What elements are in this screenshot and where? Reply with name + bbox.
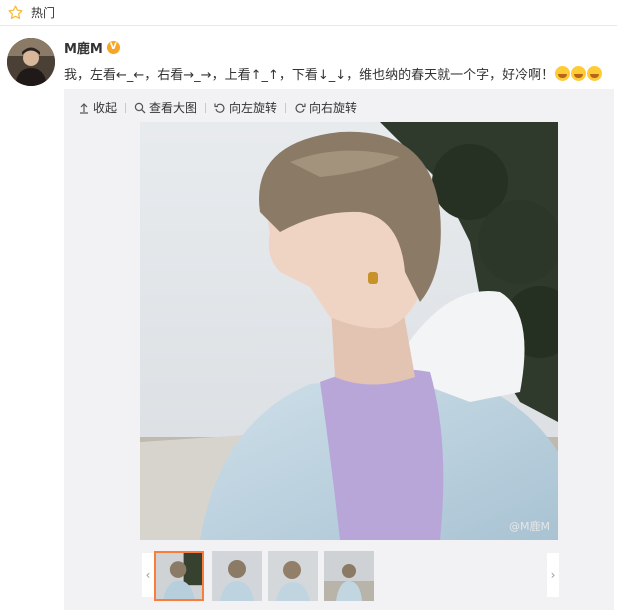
thumbnail-prev-button[interactable]: ‹ <box>142 553 154 597</box>
chevron-left-icon: ‹ <box>145 568 151 582</box>
chevron-right-icon: › <box>550 568 556 582</box>
collapse-button[interactable]: 收起 <box>78 99 117 116</box>
collapse-label: 收起 <box>93 101 118 115</box>
thumbnail-2[interactable] <box>212 551 262 601</box>
view-large-button[interactable]: 查看大图 <box>134 99 197 116</box>
rotate-right-icon <box>294 102 306 114</box>
thumbnail-3[interactable] <box>268 551 318 601</box>
post-text-content: 我，左看←_←，右看→_→，上看↑_↑，下看↓_↓，维也纳的春天就一个字，好冷啊… <box>64 68 555 83</box>
hot-header: 热门 <box>0 0 617 26</box>
arrow-up-icon <box>78 102 90 114</box>
rotate-right-label: 向右旋转 <box>309 101 358 115</box>
verified-icon: V <box>106 40 120 54</box>
media-toolbar: 收起 查看大图 向左旋转 向右旋转 <box>78 99 357 116</box>
divider <box>205 102 207 113</box>
rotate-left-button[interactable]: 向左旋转 <box>214 99 277 116</box>
view-large-label: 查看大图 <box>149 101 198 115</box>
thumbnail-4[interactable] <box>324 551 374 601</box>
thumbnail-next-button[interactable]: › <box>547 553 559 597</box>
media-viewer: 收起 查看大图 向左旋转 向右旋转 @M鹿M ‹ › <box>64 89 614 610</box>
rotate-right-button[interactable]: 向右旋转 <box>294 99 357 116</box>
search-icon <box>134 102 146 114</box>
laugh-cry-emoji-icon <box>571 66 587 81</box>
star-icon <box>8 5 23 20</box>
main-photo[interactable]: @M鹿M <box>140 122 558 540</box>
rotate-left-label: 向左旋转 <box>229 101 278 115</box>
hot-label: 热门 <box>31 6 56 20</box>
username-link[interactable]: M鹿M <box>64 38 103 57</box>
laugh-cry-emoji-icon <box>555 66 571 81</box>
thumbnail-strip: ‹ › <box>142 551 560 601</box>
photo-watermark: @M鹿M <box>509 520 550 533</box>
post-text: 我，左看←_←，右看→_→，上看↑_↑，下看↓_↓，维也纳的春天就一个字，好冷啊… <box>64 64 614 83</box>
avatar[interactable] <box>7 38 55 86</box>
thumbnail-1[interactable] <box>154 551 204 601</box>
divider <box>285 102 287 113</box>
laugh-cry-emoji-icon <box>587 66 603 81</box>
rotate-left-icon <box>214 102 226 114</box>
post: M鹿M V 我，左看←_←，右看→_→，上看↑_↑，下看↓_↓，维也纳的春天就一… <box>64 38 614 83</box>
divider <box>125 102 127 113</box>
